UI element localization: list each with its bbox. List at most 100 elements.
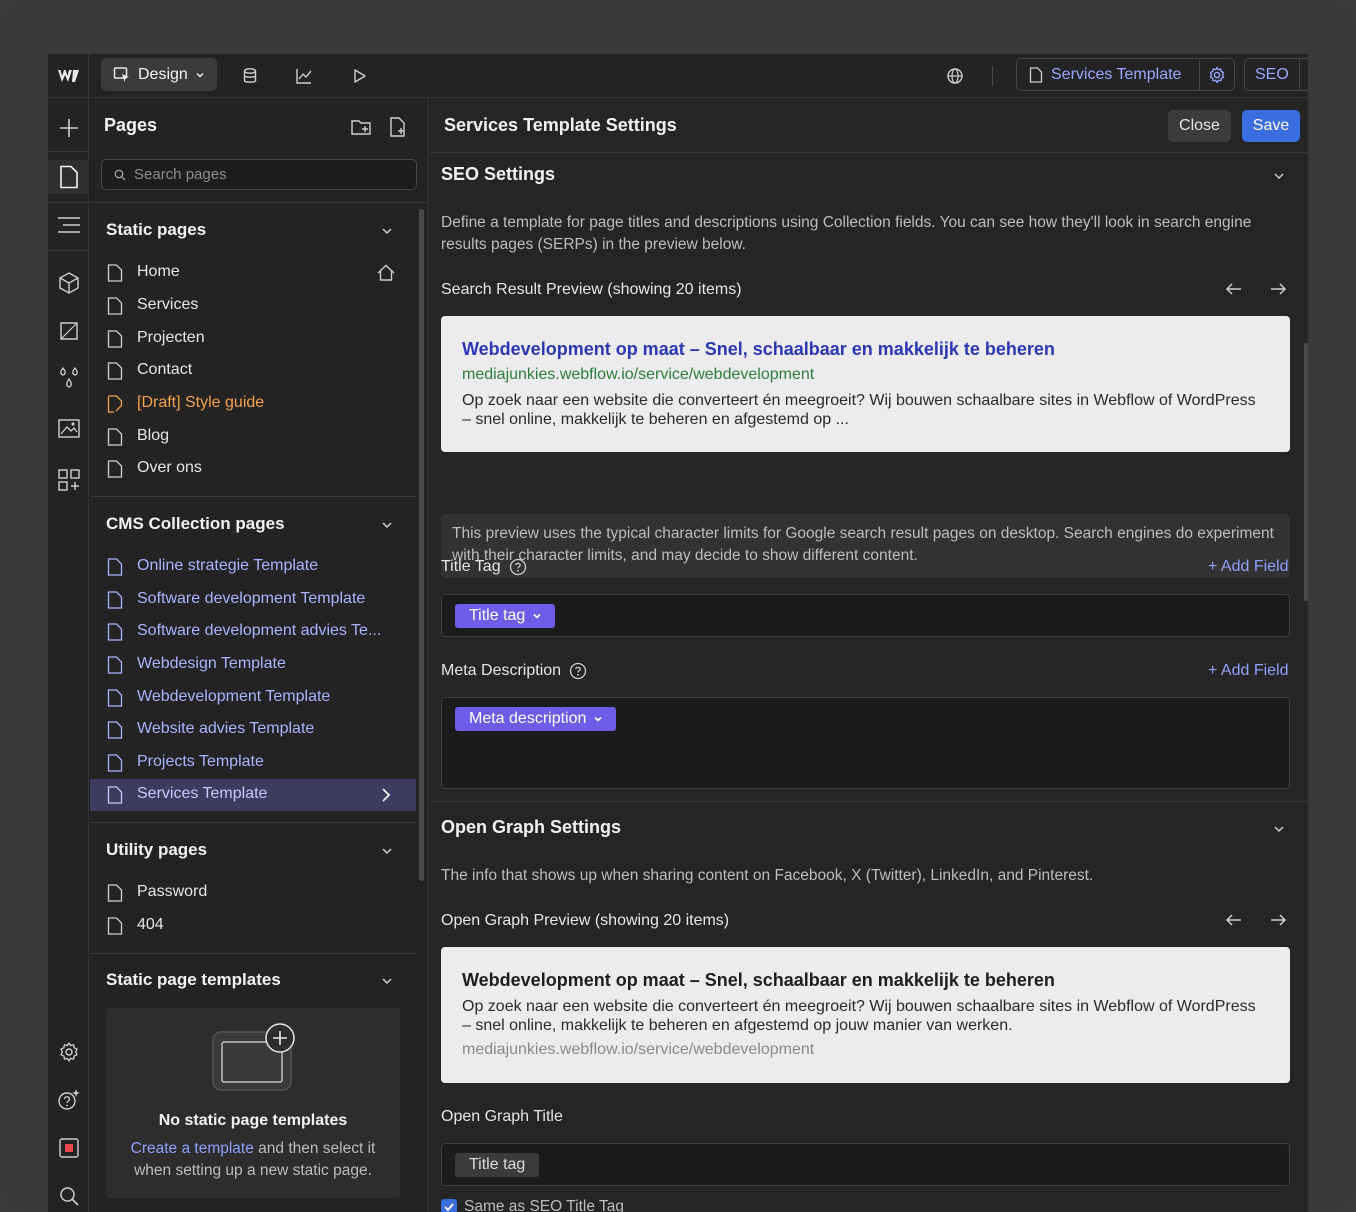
og-title-pill[interactable]: Title tag — [455, 1153, 540, 1177]
pages-list: Static pages Home Services Projecten Con… — [90, 202, 429, 1212]
cms-item-webdevelopment[interactable]: Webdevelopment Template — [90, 682, 416, 714]
window-frame: Design Services Template SEO Pages Searc… — [0, 0, 1356, 1212]
chevron-down-icon[interactable] — [380, 844, 394, 858]
serp-url: mediajunkies.webflow.io/service/webdevel… — [462, 366, 815, 383]
open-graph-description: The info that shows up when sharing cont… — [441, 867, 1094, 884]
left-toolbar — [48, 98, 89, 1212]
add-field-title-tag[interactable]: + Add Field — [1208, 558, 1289, 576]
settings-scrollbar[interactable] — [1304, 343, 1308, 601]
page-item-label: Webdesign Template — [137, 655, 286, 672]
components-cube-icon[interactable] — [48, 266, 89, 300]
page-settings-gear-icon[interactable] — [1200, 66, 1234, 84]
cms-item-website-advies[interactable]: Website advies Template — [90, 714, 416, 746]
design-mode-button[interactable]: Design — [101, 58, 217, 91]
same-as-seo-checkbox-row[interactable]: Same as SEO Title Tag — [441, 1198, 624, 1212]
static-templates-heading: Static page templates — [106, 970, 281, 989]
cms-page-icon — [107, 591, 123, 609]
chevron-down-icon[interactable] — [380, 518, 394, 532]
add-elements-plus-icon[interactable] — [48, 111, 89, 145]
current-page-selector[interactable]: Services Template — [1016, 58, 1235, 91]
chevron-down-icon — [533, 613, 541, 619]
meta-description-field[interactable]: Meta description — [441, 697, 1290, 789]
seo-tab-button[interactable]: SEO — [1244, 58, 1308, 91]
page-item-blog[interactable]: Blog — [90, 421, 416, 453]
chevron-down-icon[interactable] — [1272, 169, 1286, 183]
cms-item-software-development[interactable]: Software development Template — [90, 584, 416, 616]
chevron-down-icon[interactable] — [380, 974, 394, 988]
page-item-label: Online strategie Template — [137, 557, 319, 574]
current-page-name: Services Template — [1051, 65, 1182, 83]
arrow-left-icon[interactable] — [1224, 910, 1244, 930]
settings-gear-icon[interactable] — [48, 1035, 89, 1069]
chevron-down-icon[interactable] — [1272, 822, 1286, 836]
section-divider — [90, 822, 416, 823]
og-preview-title: Webdevelopment op maat – Snel, schaalbaa… — [462, 970, 1055, 990]
cms-item-webdesign[interactable]: Webdesign Template — [90, 649, 416, 681]
arrow-right-icon[interactable] — [1268, 910, 1288, 930]
assets-image-icon[interactable] — [48, 410, 89, 444]
same-as-seo-checkbox[interactable] — [441, 1199, 457, 1212]
cms-item-software-development-advies[interactable]: Software development advies Te... — [90, 616, 416, 648]
cms-item-projects[interactable]: Projects Template — [90, 747, 416, 779]
chevron-down-icon — [196, 72, 204, 78]
cms-item-online-strategie[interactable]: Online strategie Template — [90, 551, 416, 583]
add-field-meta-description[interactable]: + Add Field — [1208, 662, 1289, 680]
og-title-field[interactable]: Title tag — [441, 1143, 1290, 1186]
page-item-contact[interactable]: Contact — [90, 355, 416, 387]
meta-description-pill[interactable]: Meta description — [455, 707, 617, 731]
page-item-services[interactable]: Services — [90, 290, 416, 322]
preview-pager — [1224, 279, 1288, 299]
empty-templates-card: No static page templates Create a templa… — [106, 1008, 400, 1198]
cms-item-services-selected[interactable]: Services Template — [90, 779, 416, 811]
search-pages-input[interactable]: Search pages — [101, 159, 417, 190]
create-template-link[interactable]: Create a template — [131, 1140, 254, 1157]
chevron-right-icon[interactable] — [376, 785, 396, 805]
chevron-down-icon[interactable] — [380, 224, 394, 238]
title-tag-pill[interactable]: Title tag — [455, 604, 556, 628]
cms-page-icon — [107, 721, 123, 739]
page-item-label: Password — [137, 883, 208, 900]
utility-item-password[interactable]: Password — [90, 877, 416, 909]
help-circle-icon[interactable] — [569, 662, 587, 680]
page-item-home[interactable]: Home — [90, 257, 416, 289]
search-icon[interactable] — [48, 1179, 89, 1212]
pages-scrollbar[interactable] — [419, 209, 424, 881]
utility-item-404[interactable]: 404 — [90, 910, 416, 942]
globe-icon[interactable] — [944, 65, 966, 87]
analytics-chart-icon[interactable] — [293, 65, 315, 87]
template-settings-panel: Services Template Settings Close Save SE… — [430, 98, 1308, 1212]
arrow-right-icon[interactable] — [1268, 279, 1288, 299]
variables-icon[interactable] — [48, 314, 89, 348]
page-item-label: Blog — [137, 427, 170, 444]
help-circle-icon[interactable] — [509, 558, 527, 576]
new-page-icon[interactable] — [387, 116, 409, 138]
template-placeholder-icon — [212, 1023, 295, 1091]
page-item-projecten[interactable]: Projecten — [90, 323, 416, 355]
title-tag-field[interactable]: Title tag — [441, 594, 1290, 637]
page-icon — [107, 460, 123, 478]
pages-icon[interactable] — [48, 160, 89, 194]
chevron-down-icon — [594, 716, 602, 722]
open-graph-preview: Webdevelopment op maat – Snel, schaalbaa… — [441, 947, 1290, 1083]
cms-database-icon[interactable] — [239, 65, 261, 87]
navigator-icon[interactable] — [48, 208, 89, 242]
page-item-label: Software development advies Te... — [137, 622, 382, 639]
styles-drops-icon[interactable] — [48, 362, 89, 396]
webflow-logo-icon[interactable] — [48, 54, 89, 98]
apps-grid-icon[interactable] — [48, 463, 89, 497]
page-icon — [1029, 66, 1043, 83]
seo-extra-segment[interactable] — [1298, 59, 1308, 90]
page-item-over-ons[interactable]: Over ons — [90, 453, 416, 485]
save-button[interactable]: Save — [1242, 110, 1300, 142]
og-title-label-text: Open Graph Title — [441, 1108, 563, 1125]
close-button[interactable]: Close — [1168, 110, 1231, 142]
page-item-label: Projects Template — [137, 753, 264, 770]
page-item-style-guide-draft[interactable]: [Draft] Style guide — [90, 388, 416, 420]
settings-header: Services Template Settings Close Save — [430, 98, 1308, 153]
arrow-left-icon[interactable] — [1224, 279, 1244, 299]
preview-play-icon[interactable] — [348, 65, 370, 87]
record-stop-icon[interactable] — [48, 1131, 89, 1165]
help-sparkle-icon[interactable] — [48, 1083, 89, 1117]
new-folder-icon[interactable] — [350, 116, 372, 138]
page-icon — [107, 362, 123, 380]
